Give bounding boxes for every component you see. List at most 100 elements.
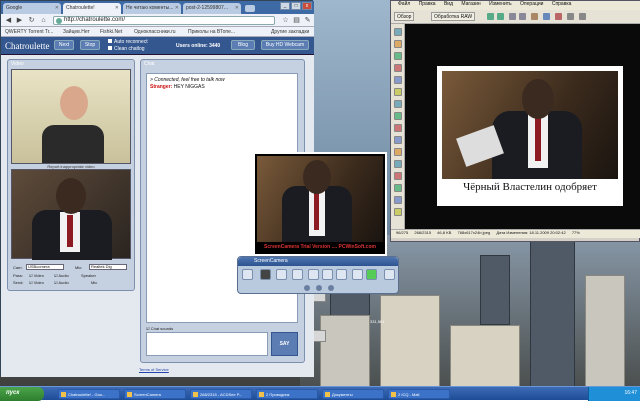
region-icon[interactable] bbox=[292, 269, 303, 280]
menu-shop[interactable]: Магазин bbox=[461, 1, 480, 7]
menu-help[interactable]: Справка bbox=[552, 1, 572, 7]
fullscreen-icon[interactable] bbox=[322, 269, 333, 280]
close-icon[interactable]: ✕ bbox=[115, 5, 119, 11]
tool-icon[interactable] bbox=[394, 208, 402, 216]
tool-icon[interactable] bbox=[394, 52, 402, 60]
browse-button[interactable]: Обзор bbox=[394, 12, 415, 21]
tool-icon[interactable] bbox=[394, 136, 402, 144]
tool-icon[interactable] bbox=[394, 184, 402, 192]
tool-icon[interactable] bbox=[394, 76, 402, 84]
taskbar-item[interactable]: Chatroulette! - Goo... bbox=[58, 389, 120, 399]
tool-icon[interactable] bbox=[394, 172, 402, 180]
tab-blog[interactable]: Не читаю коменты... ✕ bbox=[123, 3, 181, 14]
menu-modify[interactable]: Изменить bbox=[489, 1, 512, 7]
new-tab-button[interactable] bbox=[245, 5, 255, 12]
address-bar[interactable]: http://chatroulette.com/ bbox=[53, 16, 275, 25]
video-checkbox[interactable]: ☑ Video bbox=[29, 273, 44, 278]
pointer-icon[interactable] bbox=[276, 269, 287, 280]
pause-icon[interactable] bbox=[316, 285, 322, 291]
say-button[interactable]: SAY bbox=[271, 332, 298, 356]
stop-button[interactable]: Stop bbox=[80, 40, 100, 50]
microphone-select[interactable]: Realtek Dig bbox=[89, 264, 127, 270]
crop-icon[interactable] bbox=[336, 269, 347, 280]
tool-icon[interactable] bbox=[394, 40, 402, 48]
forward-icon[interactable]: ▶ bbox=[15, 16, 24, 25]
minimize-button[interactable]: _ bbox=[280, 2, 290, 10]
camera-icon[interactable] bbox=[242, 269, 253, 280]
page-menu-icon[interactable]: ▤ bbox=[292, 16, 301, 25]
menu-operations[interactable]: Операции bbox=[520, 1, 543, 7]
audio-checkbox[interactable]: ☑ Audio bbox=[54, 273, 69, 278]
taskbar-item[interactable]: Документы bbox=[322, 389, 384, 399]
bookmark-item[interactable]: Другие закладки bbox=[271, 29, 309, 35]
dot-icon[interactable] bbox=[304, 285, 310, 291]
tab-google[interactable]: Google ✕ bbox=[3, 3, 61, 14]
taskbar-item[interactable]: 2 ICQ - Mail bbox=[388, 389, 450, 399]
tab-chatroulette[interactable]: Chatroulette! ✕ bbox=[63, 3, 121, 14]
menu-edit[interactable]: Правка bbox=[419, 1, 436, 7]
dot-icon[interactable] bbox=[328, 285, 334, 291]
close-icon[interactable]: ✕ bbox=[175, 5, 179, 11]
bookmark-item[interactable]: QWERTY Torrent Tr... bbox=[5, 29, 53, 35]
home-icon[interactable]: ⌂ bbox=[39, 16, 48, 25]
tool-icon[interactable] bbox=[394, 196, 402, 204]
taskbar-item[interactable]: 268/2315 - ACDSee P... bbox=[190, 389, 252, 399]
clock[interactable]: 16:47 bbox=[624, 390, 637, 396]
settings-icon[interactable] bbox=[384, 269, 395, 280]
tool-icon[interactable] bbox=[394, 100, 402, 108]
taskbar-item[interactable]: 2 Проводник bbox=[256, 389, 318, 399]
close-window-button[interactable]: x bbox=[302, 2, 312, 10]
tool-icon[interactable] bbox=[394, 28, 402, 36]
close-icon[interactable]: ✕ bbox=[55, 5, 59, 11]
tab-post[interactable]: post-2-12599807... ✕ bbox=[183, 3, 241, 14]
tool-icon[interactable] bbox=[394, 148, 402, 156]
delete-icon[interactable] bbox=[555, 13, 562, 20]
settings-icon[interactable] bbox=[567, 13, 574, 20]
screencamera-preview: ScreenCamera Trial Version .... PCWinSof… bbox=[253, 152, 387, 256]
print-icon[interactable] bbox=[579, 13, 586, 20]
camera-select[interactable]: USBcomera bbox=[26, 264, 64, 270]
send-video-checkbox[interactable]: ☑ Video bbox=[29, 280, 44, 285]
menu-view[interactable]: Вид bbox=[444, 1, 453, 7]
bookmark-item[interactable]: Одноклассники.ru bbox=[134, 29, 176, 35]
fit-icon[interactable] bbox=[543, 13, 550, 20]
tool-icon[interactable] bbox=[394, 124, 402, 132]
browser-toolbar: ◀ ▶ ↻ ⌂ http://chatroulette.com/ ☆ ▤ ✎ bbox=[1, 14, 314, 27]
star-icon[interactable]: ☆ bbox=[281, 16, 290, 25]
zoom-in-icon[interactable] bbox=[509, 13, 516, 20]
tool-icon[interactable] bbox=[394, 64, 402, 72]
reload-icon[interactable]: ↻ bbox=[27, 16, 36, 25]
tool-icon[interactable] bbox=[394, 112, 402, 120]
rotate-icon[interactable] bbox=[531, 13, 538, 20]
taskbar-item[interactable]: ScreenCamera bbox=[124, 389, 186, 399]
clean-chatlog-checkbox[interactable]: Clean chatlog bbox=[108, 46, 145, 52]
tool-icon[interactable] bbox=[394, 160, 402, 168]
raw-button[interactable]: Обработка RAW bbox=[431, 12, 476, 21]
send-audio-checkbox[interactable]: ☑ Audio bbox=[54, 280, 69, 285]
zoom-out-icon[interactable] bbox=[519, 13, 526, 20]
terms-link[interactable]: Terms of Service bbox=[139, 367, 169, 372]
chat-input[interactable] bbox=[146, 332, 268, 356]
buy-webcam-button[interactable]: Buy HD Webcam bbox=[261, 40, 309, 50]
back-icon[interactable] bbox=[487, 13, 494, 20]
chat-sounds-checkbox[interactable]: ☑ Chat sounds bbox=[146, 326, 173, 331]
menu-file[interactable]: Файл bbox=[398, 1, 410, 7]
back-icon[interactable]: ◀ bbox=[4, 16, 13, 25]
move-icon[interactable] bbox=[352, 269, 363, 280]
next-button[interactable]: Next bbox=[54, 40, 74, 50]
start-button[interactable]: пуск bbox=[0, 387, 44, 401]
blog-button[interactable]: Blog bbox=[231, 40, 255, 50]
bookmark-item[interactable]: Приколы на ВТопе... bbox=[188, 29, 235, 35]
bookmark-item[interactable]: Зайцев.Нет bbox=[63, 29, 90, 35]
bookmark-item[interactable]: Fishki.Net bbox=[100, 29, 122, 35]
close-icon[interactable]: ✕ bbox=[235, 5, 239, 11]
forward-icon[interactable] bbox=[497, 13, 504, 20]
wrench-icon[interactable]: ✎ bbox=[303, 16, 312, 25]
maximize-button[interactable]: □ bbox=[291, 2, 301, 10]
auto-reconnect-checkbox[interactable]: Auto reconnect bbox=[108, 39, 148, 45]
window-icon[interactable] bbox=[308, 269, 319, 280]
tool-icon[interactable] bbox=[394, 88, 402, 96]
record-icon[interactable] bbox=[260, 269, 271, 280]
screencamera-window: ScreenCamera bbox=[237, 256, 399, 294]
refresh-icon[interactable] bbox=[366, 269, 377, 280]
